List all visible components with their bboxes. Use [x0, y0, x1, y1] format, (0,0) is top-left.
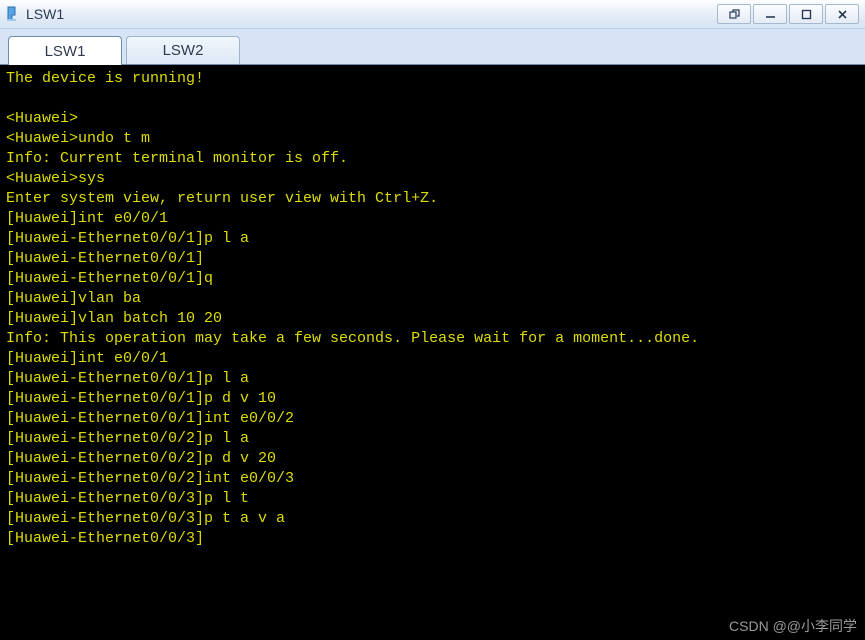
app-window: LSW1 LSW1 LSW2 The device is running! <Hu…	[0, 0, 865, 640]
terminal-line: The device is running!	[6, 69, 859, 89]
terminal-line: [Huawei-Ethernet0/0/3]	[6, 529, 859, 549]
terminal-line: <Huawei>undo t m	[6, 129, 859, 149]
window-title: LSW1	[26, 6, 64, 22]
terminal-line: [Huawei]vlan ba	[6, 289, 859, 309]
terminal-line: [Huawei-Ethernet0/0/3]p t a v a	[6, 509, 859, 529]
terminal-line: Enter system view, return user view with…	[6, 189, 859, 209]
terminal-line: <Huawei>sys	[6, 169, 859, 189]
close-button[interactable]	[825, 4, 859, 24]
terminal-line: [Huawei-Ethernet0/0/2]p d v 20	[6, 449, 859, 469]
terminal-line: [Huawei]int e0/0/1	[6, 209, 859, 229]
terminal-line: Info: Current terminal monitor is off.	[6, 149, 859, 169]
tabbar: LSW1 LSW2	[0, 29, 865, 65]
tab-lsw2[interactable]: LSW2	[126, 36, 240, 64]
popout-button[interactable]	[717, 4, 751, 24]
terminal-line: [Huawei-Ethernet0/0/1]	[6, 249, 859, 269]
maximize-button[interactable]	[789, 4, 823, 24]
app-icon	[4, 6, 20, 22]
terminal-line: [Huawei-Ethernet0/0/2]p l a	[6, 429, 859, 449]
terminal-line: [Huawei]int e0/0/1	[6, 349, 859, 369]
terminal-line: <Huawei>	[6, 109, 859, 129]
titlebar: LSW1	[0, 0, 865, 29]
tab-label: LSW1	[45, 43, 86, 60]
terminal[interactable]: The device is running! <Huawei><Huawei>un…	[0, 65, 865, 640]
minimize-button[interactable]	[753, 4, 787, 24]
terminal-line: [Huawei-Ethernet0/0/2]int e0/0/3	[6, 469, 859, 489]
terminal-line: [Huawei]vlan batch 10 20	[6, 309, 859, 329]
terminal-line	[6, 89, 859, 109]
tab-label: LSW2	[163, 42, 204, 59]
terminal-line: [Huawei-Ethernet0/0/3]p l t	[6, 489, 859, 509]
terminal-line: Info: This operation may take a few seco…	[6, 329, 859, 349]
terminal-line: [Huawei-Ethernet0/0/1]int e0/0/2	[6, 409, 859, 429]
terminal-line: [Huawei-Ethernet0/0/1]p l a	[6, 229, 859, 249]
terminal-line: [Huawei-Ethernet0/0/1]q	[6, 269, 859, 289]
terminal-line: [Huawei-Ethernet0/0/1]p l a	[6, 369, 859, 389]
terminal-line: [Huawei-Ethernet0/0/1]p d v 10	[6, 389, 859, 409]
tab-lsw1[interactable]: LSW1	[8, 36, 122, 65]
